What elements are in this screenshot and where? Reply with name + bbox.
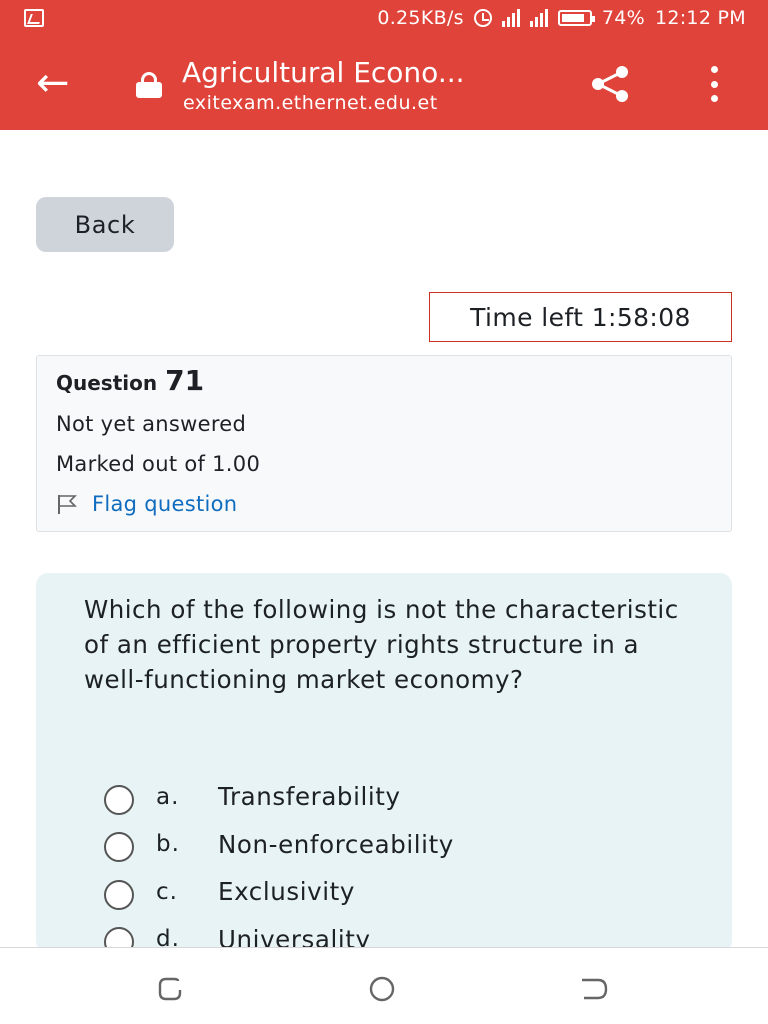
question-info-panel: Question 71 Not yet answered Marked out … [36, 355, 732, 532]
option-text[interactable]: Non-enforceability [218, 830, 454, 859]
system-nav-bar [0, 947, 768, 1024]
radio-button[interactable] [104, 832, 134, 863]
status-bar: 0.25KB/s 74% 12:12 PM [0, 0, 768, 38]
radio-button[interactable] [104, 879, 134, 910]
more-vert-icon[interactable] [704, 66, 724, 102]
option-text[interactable]: Transferability [218, 782, 401, 811]
gallery-notification-icon [24, 9, 44, 27]
share-icon[interactable] [586, 64, 634, 104]
option-letter: a. [156, 783, 180, 810]
battery-percent: 74% [601, 7, 645, 29]
recent-apps-icon[interactable] [152, 976, 188, 1002]
time-left: Time left 1:58:08 [429, 292, 732, 342]
status-time: 12:12 PM [654, 7, 746, 29]
status-indicators: 0.25KB/s 74% 12:12 PM [377, 7, 746, 29]
network-speed: 0.25KB/s [377, 7, 464, 29]
question-state: Not yet answered [56, 412, 247, 436]
option-letter: c. [156, 878, 178, 905]
answer-option-a[interactable]: a. Transferability [104, 773, 454, 821]
radio-button[interactable] [104, 784, 134, 815]
battery-icon [557, 10, 595, 26]
flag-icon [56, 493, 78, 515]
option-letter: b. [156, 831, 180, 858]
flag-question-label[interactable]: Flag question [92, 492, 237, 516]
flag-question-link[interactable]: Flag question [56, 492, 237, 516]
signal-2-icon [529, 9, 548, 27]
question-text: Which of the following is not the charac… [84, 595, 679, 694]
back-button[interactable]: Back [36, 197, 174, 252]
page-url[interactable]: exitexam.ethernet.edu.et [183, 92, 438, 114]
question-heading: Question 71 [56, 364, 204, 397]
alarm-icon [473, 9, 492, 27]
question-grade: Marked out of 1.00 [56, 452, 261, 476]
arrow-left-icon[interactable]: ← [36, 63, 80, 103]
answer-option-b[interactable]: b. Non-enforceability [104, 821, 454, 869]
browser-app-bar: 0.25KB/s 74% 12:12 PM ← Agricultural Eco… [0, 0, 768, 130]
answer-options: a. Transferability b. Non-enforceability… [104, 773, 454, 963]
option-text[interactable]: Exclusivity [218, 877, 355, 906]
question-content: Which of the following is not the charac… [36, 573, 732, 958]
answer-option-c[interactable]: c. Exclusivity [104, 868, 454, 916]
question-label: Question [56, 371, 158, 395]
question-number: 71 [165, 364, 205, 397]
home-icon[interactable] [364, 976, 400, 1002]
lock-icon[interactable] [136, 72, 162, 98]
page-title[interactable]: Agricultural Econo... [182, 56, 465, 89]
back-icon[interactable] [576, 976, 612, 1002]
signal-1-icon [501, 9, 520, 27]
